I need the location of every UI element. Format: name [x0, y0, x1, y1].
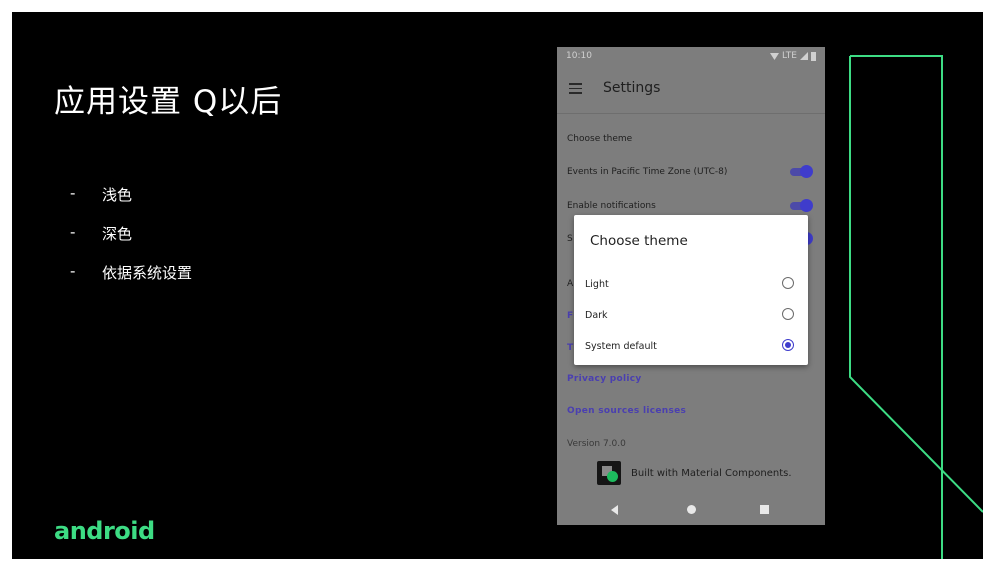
bullet-dash: - — [70, 223, 76, 241]
pref-pacific-time[interactable]: Events in Pacific Time Zone (UTC-8) — [567, 167, 727, 177]
dialog-title: Choose theme — [590, 233, 688, 249]
bullet-text: 浅色 — [102, 186, 133, 204]
notifications-toggle[interactable] — [790, 199, 813, 213]
bullet-item: - 深色 — [70, 223, 192, 262]
choose-theme-dialog: Choose theme Light Dark System default — [574, 215, 808, 365]
pref-notifications[interactable]: Enable notifications — [567, 201, 656, 211]
bullet-dash: - — [70, 262, 76, 280]
slide-title: 应用设置 Q以后 — [54, 84, 283, 120]
app-bar: Settings — [557, 67, 825, 114]
signal-icon — [800, 52, 808, 60]
theme-option-dark[interactable]: Dark — [574, 304, 808, 330]
privacy-policy-link[interactable]: Privacy policy — [567, 374, 642, 384]
status-bar: 10:10 LTE — [557, 47, 825, 67]
material-components-logo-icon — [597, 461, 621, 485]
radio-system-default[interactable] — [782, 339, 794, 351]
option-label: Dark — [585, 310, 608, 321]
theme-option-system-default[interactable]: System default — [574, 335, 808, 361]
theme-option-light[interactable]: Light — [574, 273, 808, 299]
wifi-icon — [770, 53, 780, 60]
bullet-list: - 浅色 - 深色 - 依据系统设置 — [70, 184, 192, 301]
menu-icon[interactable] — [569, 83, 582, 94]
bullet-dash: - — [70, 184, 76, 202]
appbar-title: Settings — [603, 80, 661, 96]
navigation-bar — [557, 495, 825, 525]
bullet-text: 深色 — [102, 225, 133, 243]
built-with-text: Built with Material Components. — [631, 467, 792, 479]
home-icon[interactable] — [687, 505, 696, 514]
network-label: LTE — [782, 51, 797, 61]
radio-light[interactable] — [782, 277, 794, 289]
option-label: Light — [585, 279, 609, 290]
built-with-row: Built with Material Components. — [597, 461, 792, 485]
pref-hidden-2: A — [567, 279, 574, 289]
pref-hidden-4[interactable]: T — [567, 343, 573, 353]
recents-icon[interactable] — [760, 505, 769, 514]
pref-choose-theme[interactable]: Choose theme — [567, 134, 632, 144]
option-label: System default — [585, 341, 657, 352]
status-time: 10:10 — [566, 51, 592, 61]
pacific-time-toggle[interactable] — [790, 165, 813, 179]
android-logo: android — [54, 517, 155, 545]
pref-hidden-1[interactable]: S — [567, 234, 573, 244]
radio-dark[interactable] — [782, 308, 794, 320]
phone-screenshot: 10:10 LTE Settings Choose theme Events i… — [557, 47, 825, 525]
pref-hidden-3[interactable]: F — [567, 311, 573, 321]
battery-icon — [811, 51, 816, 61]
open-source-licenses-link[interactable]: Open sources licenses — [567, 406, 686, 416]
version-text: Version 7.0.0 — [567, 439, 626, 449]
back-icon[interactable] — [611, 505, 618, 515]
bullet-item: - 浅色 — [70, 184, 192, 223]
slide: 应用设置 Q以后 - 浅色 - 深色 - 依据系统设置 android 10:10 L… — [12, 12, 983, 559]
status-icons: LTE — [770, 51, 816, 61]
bullet-text: 依据系统设置 — [102, 264, 193, 282]
bullet-item: - 依据系统设置 — [70, 262, 192, 301]
